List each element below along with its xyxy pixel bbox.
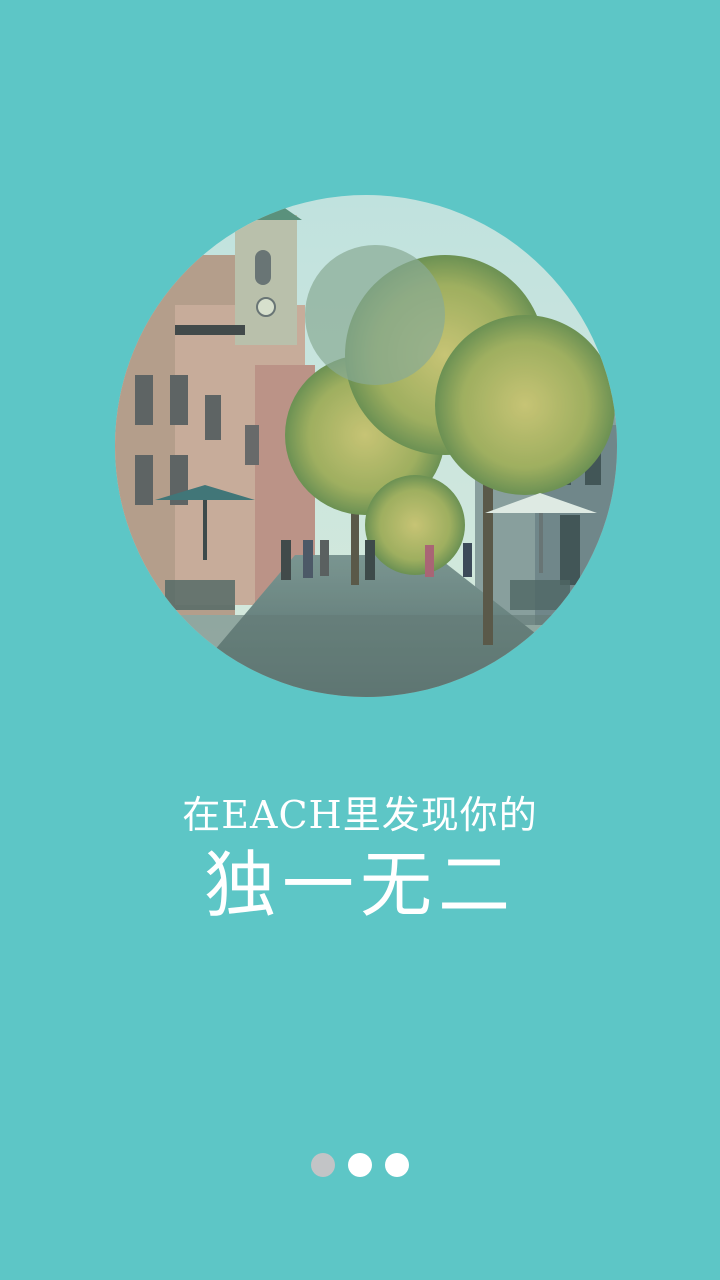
page-indicator-dot-3[interactable] — [385, 1153, 409, 1177]
street-photo-illustration — [115, 195, 617, 697]
onboarding-screen: 在EACH里发现你的 独一无二 — [0, 0, 720, 1280]
street-photo — [115, 195, 617, 697]
page-indicator-dot-2[interactable] — [348, 1153, 372, 1177]
page-indicator-dot-1[interactable] — [311, 1153, 335, 1177]
page-indicator — [0, 1153, 720, 1179]
onboarding-tagline: 在EACH里发现你的 — [182, 793, 538, 837]
onboarding-headline: 独一无二 — [203, 843, 516, 927]
